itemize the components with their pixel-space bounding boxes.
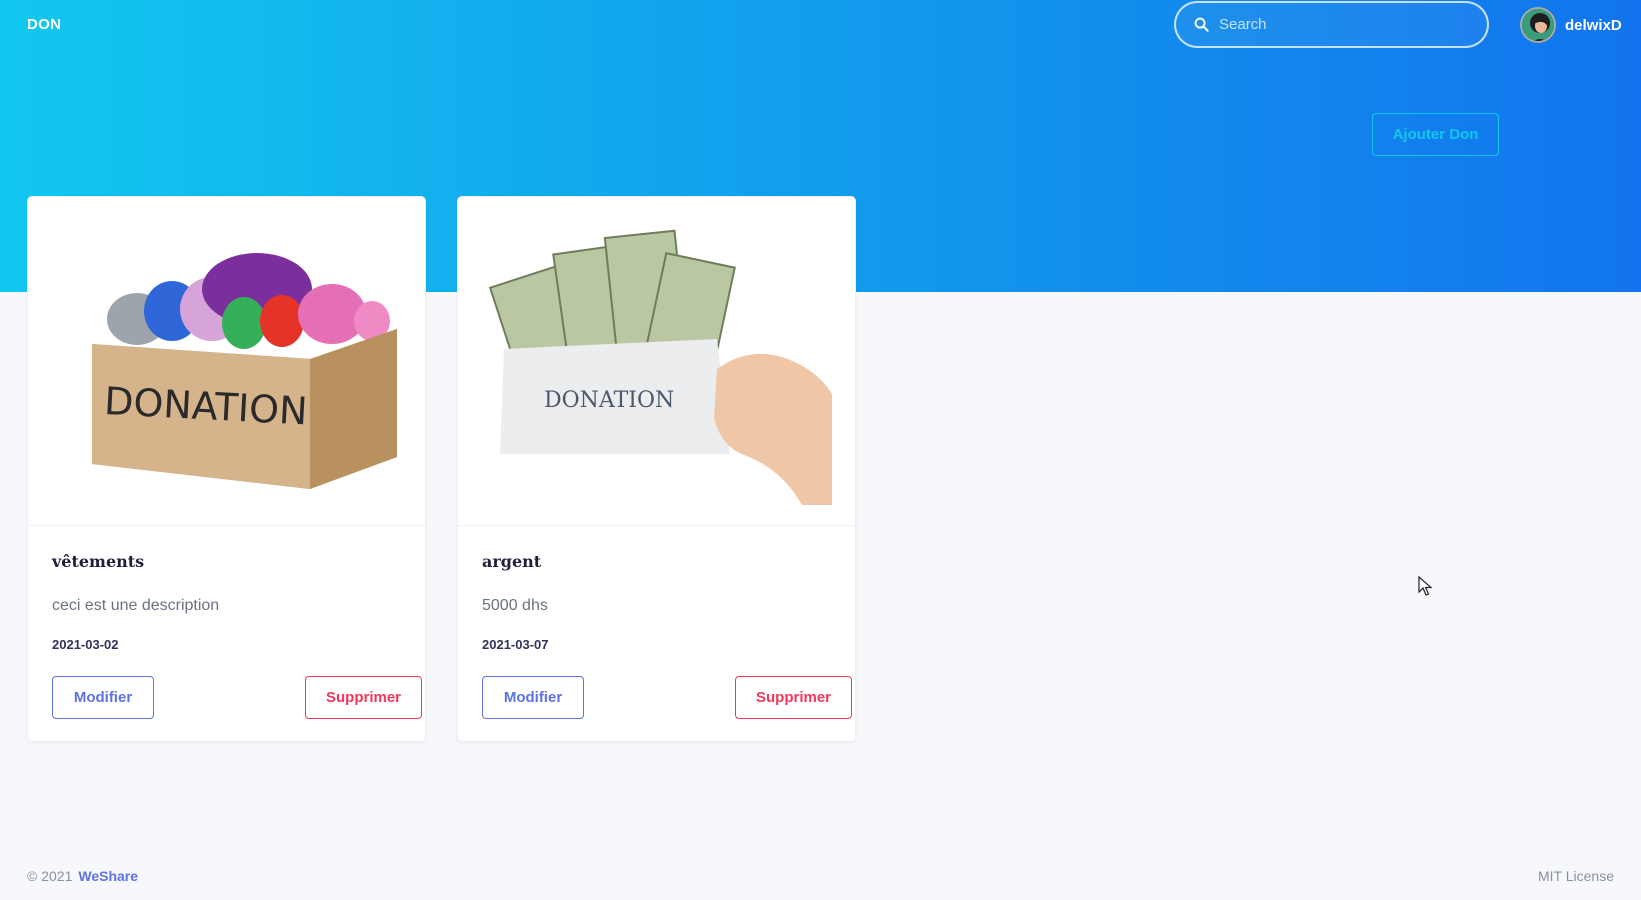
search-box[interactable] <box>1174 1 1489 48</box>
copyright-text: © 2021 <box>27 868 73 884</box>
avatar[interactable] <box>1520 7 1556 43</box>
card-divider <box>458 525 855 526</box>
edit-button[interactable]: Modifier <box>52 676 154 719</box>
donation-card: DONATION argent 5000 dhs 2021-03-07 Modi… <box>457 196 856 742</box>
navbar-brand[interactable]: DON <box>27 16 61 33</box>
mouse-cursor-icon <box>1418 576 1432 596</box>
donation-card: DONATION vêtements ceci est une descript… <box>27 196 426 742</box>
donation-image: DONATION <box>482 219 832 505</box>
card-divider <box>28 525 425 526</box>
footer-copyright: © 2021 WeShare <box>27 868 138 884</box>
svg-text:DONATION: DONATION <box>544 388 674 413</box>
search-icon <box>1194 17 1209 32</box>
card-title: vêtements <box>52 552 145 571</box>
card-description: 5000 dhs <box>482 597 548 614</box>
add-donation-button[interactable]: Ajouter Don <box>1372 113 1499 156</box>
search-input[interactable] <box>1219 16 1459 33</box>
footer-brand-link[interactable]: WeShare <box>78 868 138 884</box>
card-title: argent <box>482 552 542 571</box>
edit-button[interactable]: Modifier <box>482 676 584 719</box>
footer-license[interactable]: MIT License <box>1538 868 1614 884</box>
user-menu[interactable]: delwixD <box>1520 7 1622 43</box>
card-description: ceci est une description <box>52 597 220 614</box>
delete-button[interactable]: Supprimer <box>735 676 852 719</box>
card-date: 2021-03-02 <box>52 637 119 652</box>
username[interactable]: delwixD <box>1565 17 1622 34</box>
donation-image: DONATION <box>52 219 402 505</box>
card-date: 2021-03-07 <box>482 637 549 652</box>
delete-button[interactable]: Supprimer <box>305 676 422 719</box>
